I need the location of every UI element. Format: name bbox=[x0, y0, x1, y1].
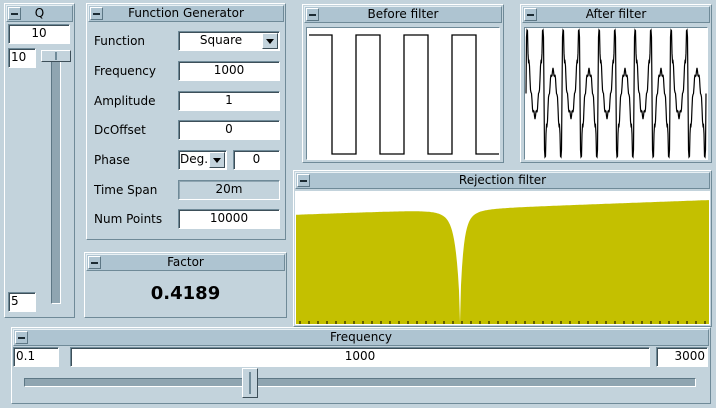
square-wave-graph bbox=[309, 34, 499, 155]
q-value-field[interactable]: 10 bbox=[8, 24, 70, 44]
timespan-readout: 20m bbox=[178, 180, 280, 200]
numpoints-input[interactable]: 10000 bbox=[178, 209, 280, 229]
amplitude-label: Amplitude bbox=[94, 94, 156, 108]
minimize-icon[interactable] bbox=[15, 331, 28, 344]
frequency-slider-track[interactable] bbox=[24, 378, 696, 387]
q-slider-track[interactable] bbox=[51, 50, 61, 304]
function-generator-panel: Function Generator Function Square Frequ… bbox=[86, 3, 286, 240]
factor-title: Factor bbox=[167, 255, 204, 269]
dcoffset-label: DcOffset bbox=[94, 123, 146, 137]
minimize-icon[interactable] bbox=[306, 8, 319, 21]
function-generator-title: Function Generator bbox=[128, 6, 244, 20]
function-select-value: Square bbox=[199, 33, 243, 47]
frequency-title: Frequency bbox=[330, 330, 392, 344]
minimize-icon[interactable] bbox=[90, 7, 103, 20]
chevron-down-icon[interactable] bbox=[262, 33, 278, 49]
frequency-panel: Frequency 0.1 1000 3000 bbox=[11, 327, 711, 404]
dcoffset-input[interactable]: 0 bbox=[178, 120, 280, 140]
factor-value: 0.4189 bbox=[150, 283, 221, 304]
minimize-icon[interactable] bbox=[297, 174, 310, 187]
after-filter-titlebar: After filter bbox=[522, 6, 710, 23]
factor-panel: Factor 0.4189 bbox=[84, 252, 287, 318]
rejection-filter-plot bbox=[295, 191, 710, 325]
after-filter-panel: After filter bbox=[520, 4, 712, 163]
notch-response-area bbox=[296, 200, 709, 324]
frequency-input[interactable]: 1000 bbox=[178, 61, 280, 81]
minimize-icon[interactable] bbox=[524, 8, 537, 21]
rejection-filter-panel: Rejection filter bbox=[293, 170, 712, 327]
numpoints-label: Num Points bbox=[94, 212, 163, 226]
q-slider-thumb[interactable] bbox=[41, 50, 71, 62]
phase-label: Phase bbox=[94, 153, 130, 167]
before-filter-panel: Before filter bbox=[302, 4, 504, 163]
timespan-label: Time Span bbox=[94, 183, 158, 197]
minimize-icon[interactable] bbox=[88, 256, 101, 269]
notch-response-graph bbox=[296, 200, 709, 324]
frequency-max-label: 3000 bbox=[656, 347, 708, 367]
frequency-label: Frequency bbox=[94, 64, 156, 78]
after-filter-title: After filter bbox=[585, 7, 647, 21]
q-panel: Q 10 10 5 bbox=[4, 3, 75, 318]
phase-unit-select[interactable]: Deg. bbox=[178, 150, 227, 170]
phase-input[interactable]: 0 bbox=[233, 150, 280, 170]
function-generator-titlebar: Function Generator bbox=[88, 5, 284, 22]
minimize-icon[interactable] bbox=[8, 7, 21, 20]
chevron-down-icon[interactable] bbox=[209, 152, 225, 168]
function-label: Function bbox=[94, 34, 146, 48]
amplitude-input[interactable]: 1 bbox=[178, 91, 280, 111]
frequency-min-label: 0.1 bbox=[13, 347, 59, 367]
frequency-slider-thumb[interactable] bbox=[242, 368, 259, 398]
before-filter-titlebar: Before filter bbox=[304, 6, 502, 23]
frequency-titlebar: Frequency bbox=[13, 329, 709, 346]
q-panel-title: Q bbox=[34, 6, 45, 20]
q-slider-min-label: 5 bbox=[8, 292, 36, 312]
before-filter-plot bbox=[306, 27, 500, 160]
before-filter-title: Before filter bbox=[367, 7, 439, 21]
factor-titlebar: Factor bbox=[86, 254, 285, 271]
after-filter-plot bbox=[524, 27, 708, 160]
q-slider-max-label: 10 bbox=[8, 48, 36, 68]
function-select[interactable]: Square bbox=[178, 31, 280, 51]
q-panel-titlebar: Q bbox=[6, 5, 73, 22]
frequency-current-value[interactable]: 1000 bbox=[70, 347, 650, 367]
phase-unit-value: Deg. bbox=[180, 152, 209, 166]
filtered-wave-graph bbox=[525, 28, 707, 159]
rejection-filter-titlebar: Rejection filter bbox=[295, 172, 710, 189]
rejection-filter-title: Rejection filter bbox=[458, 173, 547, 187]
